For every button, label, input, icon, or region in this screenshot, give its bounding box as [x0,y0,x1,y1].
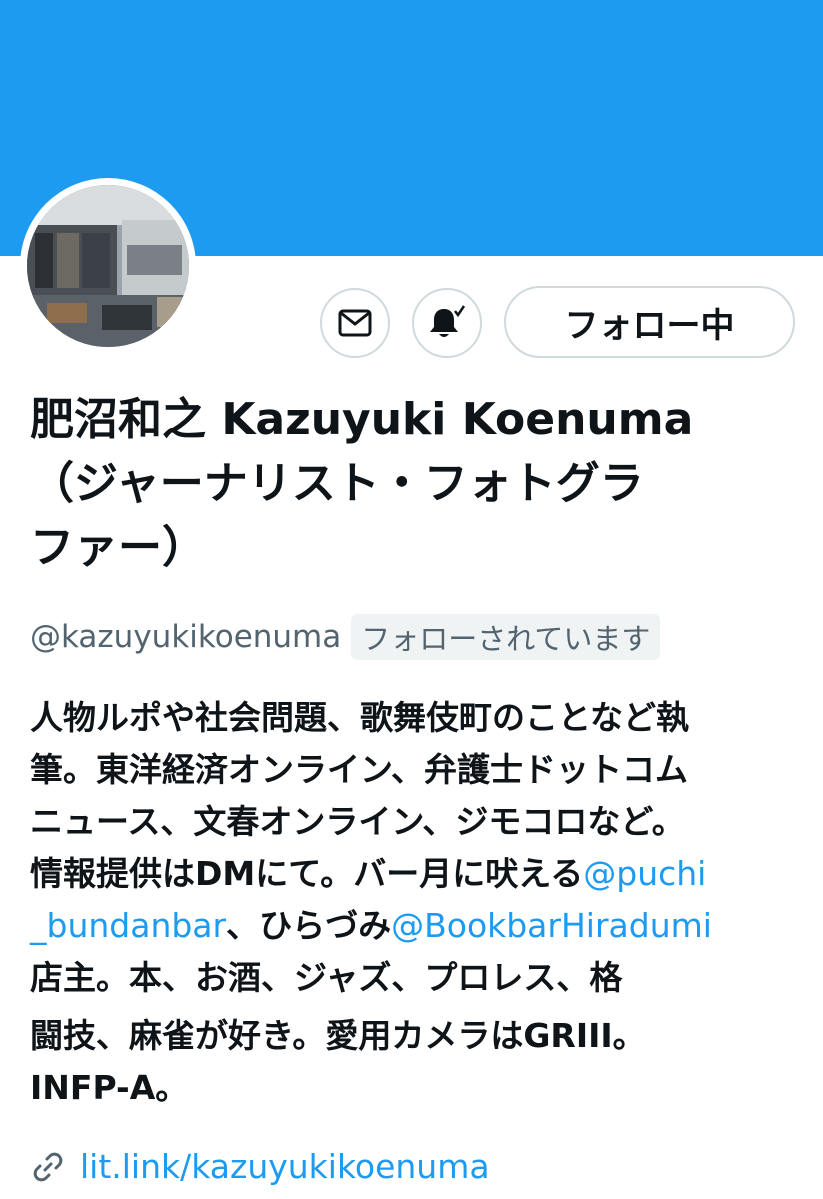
link-icon [33,1152,63,1181]
bio-line: 人物ルポや社会問題、歌舞伎町のことなど執 [30,698,690,737]
profile-name: 肥沼和之 Kazuyuki Koenuma （ジャーナリスト・フォトグラ ファー… [30,388,800,580]
message-button[interactable] [320,288,390,358]
envelope-icon [338,309,372,337]
profile-name-line: （ジャーナリスト・フォトグラ [30,458,644,509]
bio-line: 店主。本、お酒、ジャズ、プロレス、格 [30,958,623,997]
mention-link[interactable]: @BookbarHiradumi [391,906,712,945]
mention-link[interactable]: _bundanbar [30,906,226,945]
bio-line: 闘技、麻雀が好き。愛用カメラはGRIII。 [30,1016,646,1055]
profile-website: lit.link/kazuyukikoenuma [30,1147,490,1186]
handle-row: @kazuyukikoenuma フォローされています [30,614,661,660]
profile-avatar[interactable] [20,178,196,354]
website-link[interactable]: lit.link/kazuyukikoenuma [80,1147,490,1186]
avatar-photo [27,185,189,347]
bio-line: INFP-A。 [30,1068,189,1107]
bio-line: _bundanbar、ひらづみ@BookbarHiradumi [30,900,800,952]
profile-page: フォロー中 肥沼和之 Kazuyuki Koenuma （ジャーナリスト・フォト… [0,0,823,1199]
profile-bio: 人物ルポや社会問題、歌舞伎町のことなど執 筆。東洋経済オンライン、弁護士ドットコ… [30,692,800,1114]
bell-check-icon [430,305,466,337]
profile-handle: @kazuyukikoenuma [30,619,342,655]
following-button[interactable]: フォロー中 [504,286,795,358]
notifications-button[interactable] [412,288,482,358]
bio-line: 筆。東洋経済オンライン、弁護士ドットコム [30,750,689,789]
mention-link[interactable]: @puchi [583,854,706,893]
bio-line: 情報提供はDMにて。バー月に吠える@puchi [30,848,800,900]
following-button-label: フォロー中 [564,305,735,346]
profile-name-line: 肥沼和之 Kazuyuki Koenuma [30,394,694,445]
profile-name-line: ファー） [30,522,206,573]
bio-text: 情報提供はDMにて。バー月に吠える [30,854,584,893]
bio-line: ニュース、文春オンライン、ジモコロなど。 [30,802,685,841]
bio-text: 、ひらづみ [226,906,392,945]
follows-you-badge: フォローされています [351,614,661,660]
